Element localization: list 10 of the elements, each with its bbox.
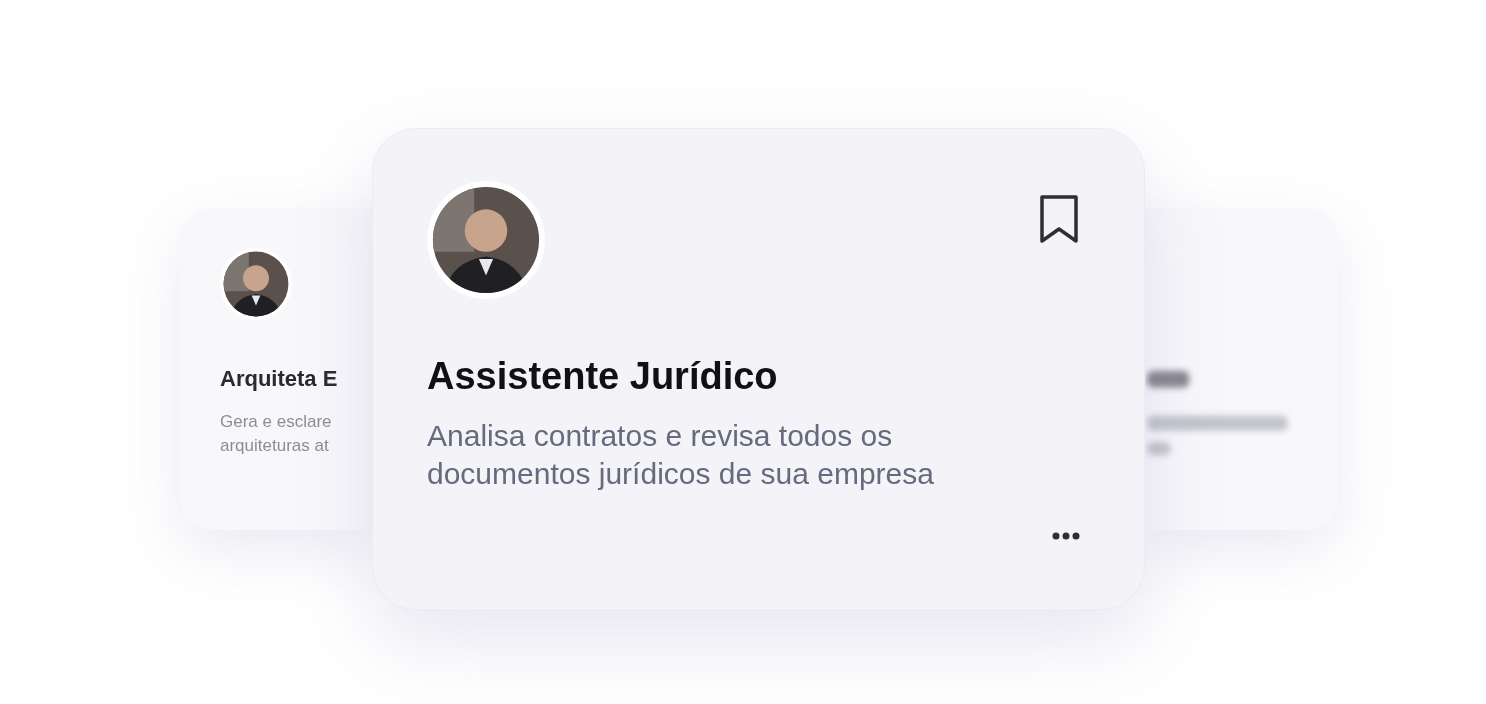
card-description: Gera e esclare <box>220 411 332 433</box>
card-title: Arquiteta E <box>220 368 338 390</box>
assistant-card[interactable]: Arquiteta E Gera e esclare arquiteturas at <box>180 208 372 530</box>
card-description: arquiteturas at <box>220 435 329 457</box>
assistant-card[interactable]: Assistente Jurídico Analisa contratos e revisa todos os documentos jurídicos de sua empresa <box>372 128 1145 610</box>
bookmark-icon[interactable] <box>1038 193 1080 245</box>
card-title: Assistente Jurídico <box>427 357 778 395</box>
card-description: documentos jurídicos de sua empresa <box>427 456 934 492</box>
more-icon[interactable] <box>1051 531 1081 541</box>
card-description: Analisa contratos e revisa todos os <box>427 418 893 454</box>
